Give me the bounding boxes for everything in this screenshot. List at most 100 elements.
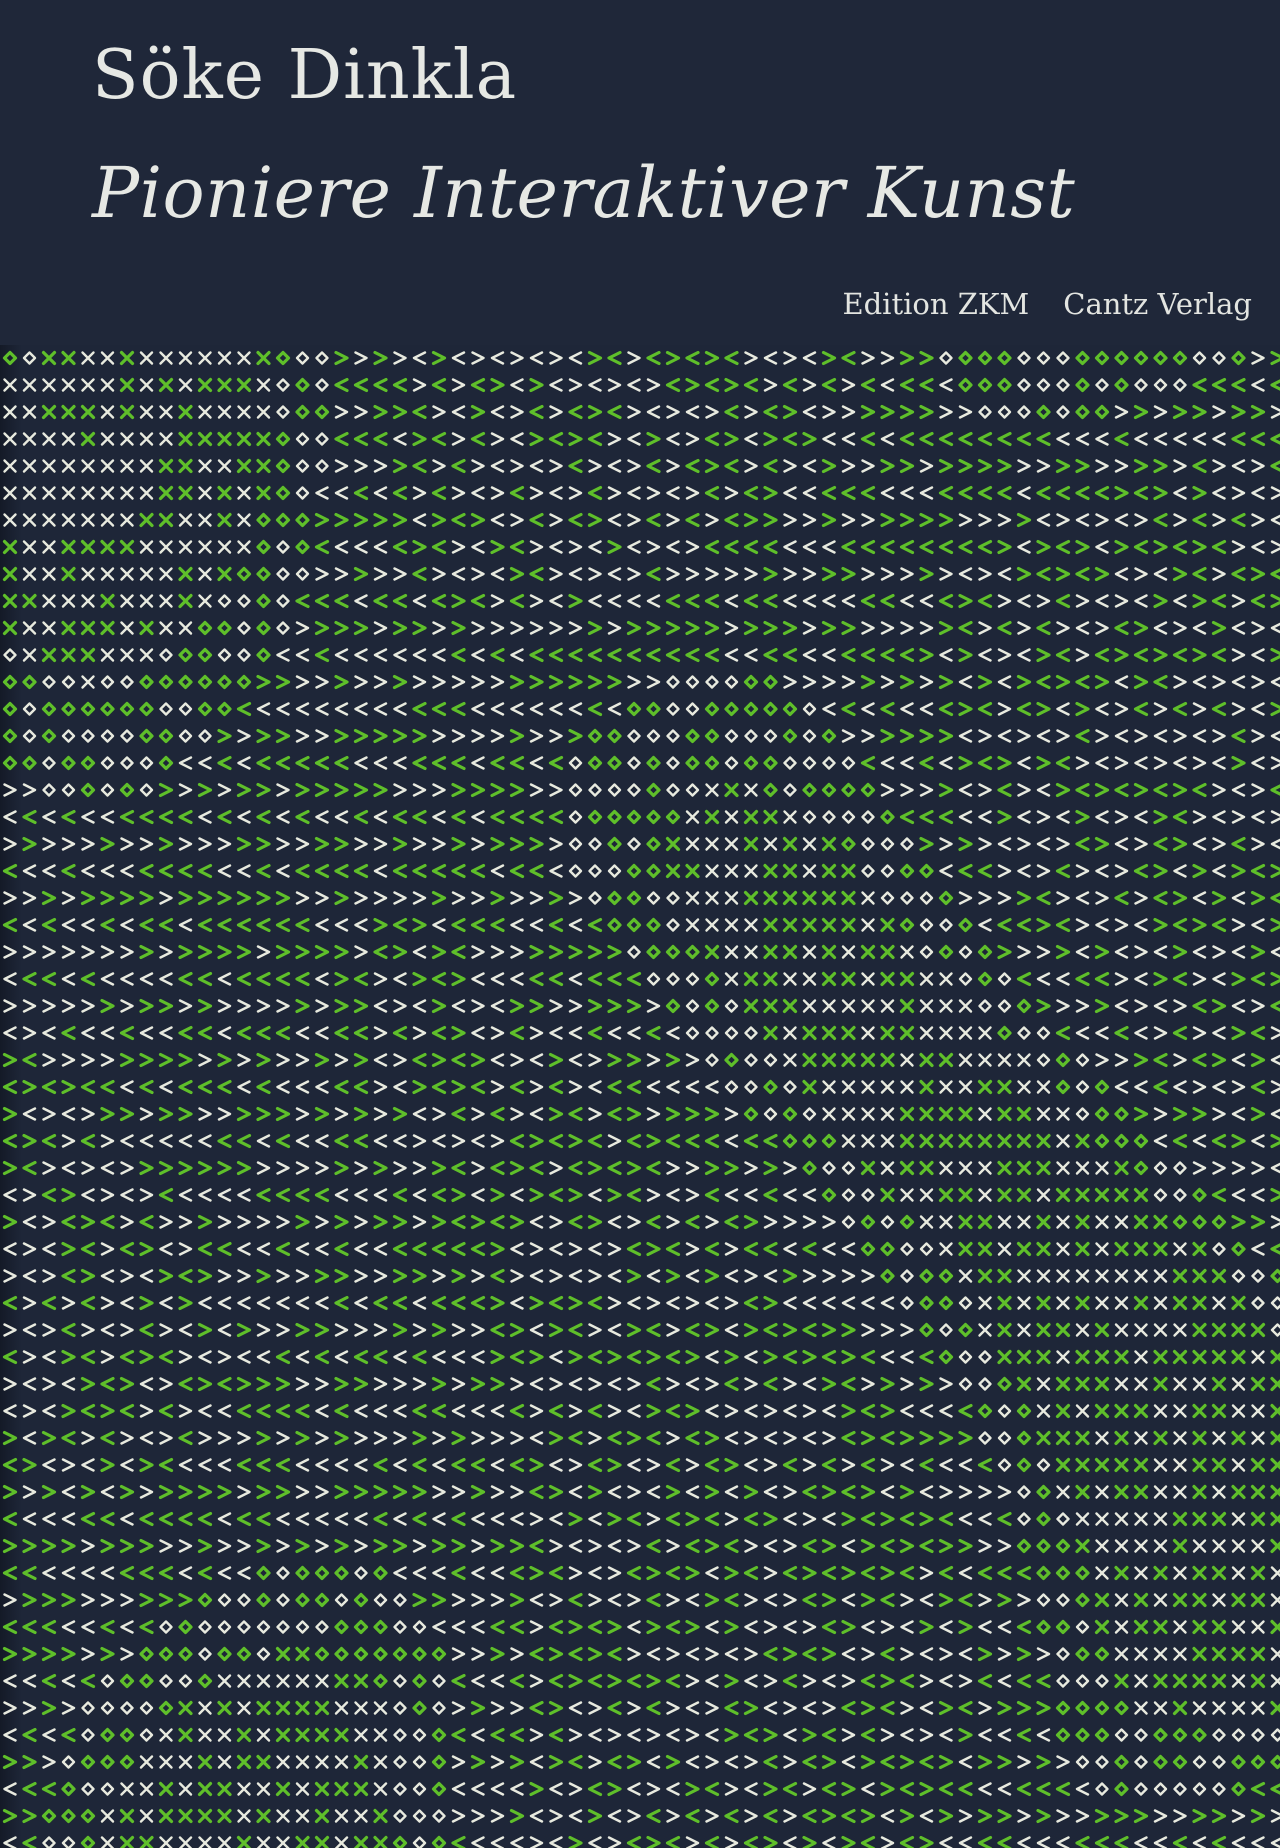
pattern-glyph [510, 1647, 524, 1661]
pattern-glyph [958, 620, 973, 636]
pattern-glyph [373, 1484, 388, 1500]
pattern-glyph [295, 648, 310, 662]
pattern-glyph [607, 1485, 622, 1499]
pattern-glyph [314, 1106, 330, 1122]
pattern-glyph [899, 1025, 915, 1041]
pattern-glyph [490, 594, 505, 608]
pattern-glyph [22, 1674, 37, 1688]
pattern-glyph [1250, 1673, 1266, 1689]
pattern-glyph [568, 1701, 583, 1715]
pattern-glyph [373, 1269, 388, 1283]
pattern-glyph [1133, 647, 1149, 663]
pattern-glyph [958, 1322, 973, 1338]
pattern-glyph [744, 864, 758, 878]
pattern-glyph [373, 1295, 388, 1311]
pattern-glyph [802, 1835, 817, 1848]
pattern-glyph [1231, 404, 1246, 420]
pattern-glyph [1231, 863, 1246, 879]
pattern-glyph [276, 1080, 290, 1094]
pattern-glyph [685, 1133, 700, 1149]
pattern-glyph [1250, 1457, 1266, 1473]
pattern-glyph [1016, 998, 1032, 1014]
pattern-glyph [217, 405, 232, 419]
pattern-glyph [724, 1700, 739, 1716]
pattern-glyph [685, 1242, 700, 1256]
pattern-glyph [821, 728, 837, 744]
publisher-line: Edition ZKM Cantz Verlag [842, 287, 1252, 321]
pattern-glyph [763, 890, 778, 906]
pattern-glyph [354, 405, 368, 419]
pattern-glyph [724, 458, 739, 474]
pattern-glyph [81, 810, 95, 824]
pattern-glyph [159, 1620, 173, 1634]
pattern-glyph [705, 1728, 719, 1742]
pattern-glyph [705, 1296, 719, 1310]
pattern-glyph [314, 1727, 330, 1743]
pattern-glyph [821, 971, 837, 987]
pattern-glyph [334, 1646, 349, 1662]
pattern-glyph [100, 1593, 115, 1607]
pattern-glyph [1016, 1241, 1032, 1257]
pattern-glyph [81, 729, 95, 743]
pattern-glyph [860, 1052, 876, 1068]
pattern-glyph [1075, 1700, 1090, 1716]
pattern-glyph [627, 1593, 641, 1607]
pattern-glyph [61, 783, 76, 797]
pattern-glyph [1192, 1026, 1207, 1040]
pattern-glyph [1212, 486, 1226, 500]
pattern-glyph [860, 1727, 876, 1743]
pattern-glyph [3, 810, 17, 824]
pattern-glyph [198, 1053, 212, 1067]
pattern-glyph [178, 1700, 193, 1716]
pattern-glyph [471, 1404, 485, 1418]
pattern-glyph [997, 620, 1012, 636]
pattern-glyph [41, 917, 57, 933]
pattern-glyph [607, 1215, 622, 1229]
pattern-glyph [1114, 1673, 1129, 1689]
pattern-glyph [510, 648, 524, 662]
pattern-glyph [646, 755, 661, 771]
pattern-glyph [120, 837, 134, 851]
pattern-glyph [939, 1728, 953, 1742]
pattern-glyph [295, 863, 310, 879]
pattern-glyph [510, 918, 524, 932]
pattern-glyph [1192, 945, 1207, 959]
pattern-glyph [353, 1106, 369, 1122]
pattern-glyph [1095, 918, 1109, 932]
pattern-glyph [997, 675, 1012, 689]
pattern-glyph [1133, 458, 1149, 474]
pattern-glyph [977, 377, 993, 393]
pattern-glyph [587, 1457, 603, 1473]
pattern-glyph [938, 1781, 954, 1797]
pattern-glyph [393, 1431, 407, 1445]
pattern-glyph [100, 1403, 115, 1419]
pattern-glyph [1017, 783, 1031, 797]
pattern-glyph [1192, 621, 1207, 635]
pattern-glyph [431, 1187, 447, 1203]
pattern-glyph [880, 432, 895, 446]
pattern-glyph [705, 1674, 719, 1688]
pattern-glyph [1192, 1457, 1207, 1473]
pattern-glyph [120, 459, 134, 473]
pattern-glyph [607, 647, 622, 663]
pattern-glyph [665, 350, 681, 366]
pattern-glyph [197, 1484, 213, 1500]
pattern-glyph [139, 1026, 154, 1040]
pattern-glyph [861, 1107, 875, 1121]
pattern-glyph [802, 782, 817, 798]
pattern-glyph [1114, 1377, 1129, 1391]
pattern-glyph [1270, 1593, 1280, 1607]
pattern-glyph [80, 1673, 96, 1689]
pattern-glyph [821, 1592, 837, 1608]
pattern-glyph [217, 1107, 232, 1121]
pattern-glyph [2, 1079, 18, 1095]
pattern-glyph [1133, 701, 1149, 717]
pattern-glyph [627, 1539, 641, 1553]
pattern-glyph [315, 1377, 329, 1391]
pattern-glyph [353, 485, 369, 501]
pattern-glyph [568, 1187, 583, 1203]
pattern-glyph [237, 540, 251, 554]
pattern-glyph [1173, 1809, 1187, 1823]
pattern-glyph [451, 1430, 466, 1446]
pattern-glyph [315, 1080, 329, 1094]
